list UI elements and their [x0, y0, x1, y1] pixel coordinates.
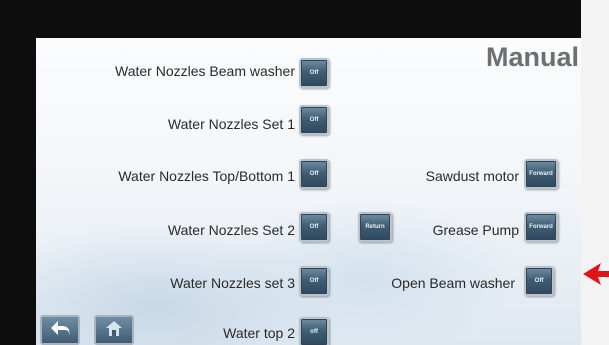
label-open-beam-washer: Open Beam washer: [391, 275, 515, 291]
toggle-water-nozzles-top-bottom-1[interactable]: Off: [299, 159, 329, 189]
toggle-sawdust-motor[interactable]: Forward: [524, 159, 558, 189]
label-water-nozzles-top-bottom-1: Water Nozzles Top/Bottom 1: [118, 168, 295, 184]
label-water-top-2: Water top 2: [223, 325, 295, 341]
hmi-screen: Manual Water Nozzles Beam washer Off Wat…: [36, 38, 581, 345]
toggle-water-nozzles-beam-washer[interactable]: Off: [299, 58, 329, 88]
toggle-grease-pump[interactable]: Forward: [524, 212, 558, 242]
label-water-nozzles-set-3: Water Nozzles set 3: [170, 275, 295, 291]
toggle-open-beam-washer[interactable]: Off: [524, 266, 554, 296]
toggle-water-nozzles-set-2[interactable]: Off: [299, 212, 329, 242]
label-water-nozzles-beam-washer: Water Nozzles Beam washer: [115, 63, 295, 79]
label-water-nozzles-set-1: Water Nozzles Set 1: [167, 116, 295, 132]
back-arrow-icon: [49, 319, 71, 342]
bezel-top: [0, 0, 609, 38]
toggle-water-nozzles-set-1[interactable]: Off: [299, 105, 329, 135]
grease-pump-return-button[interactable]: Return: [358, 212, 392, 242]
red-arrow-icon: [583, 260, 609, 288]
label-grease-pump: Grease Pump: [432, 222, 519, 238]
toggle-water-nozzles-set-3[interactable]: Off: [299, 266, 329, 296]
page-title: Manual: [485, 42, 579, 72]
home-button[interactable]: [94, 315, 134, 345]
page-background-right: [581, 0, 609, 345]
label-water-nozzles-set-2: Water Nozzles Set 2: [167, 222, 295, 238]
label-sawdust-motor: Sawdust motor: [425, 168, 519, 184]
back-button[interactable]: [40, 315, 80, 345]
home-icon: [104, 319, 124, 342]
bezel-left: [0, 0, 36, 345]
toggle-water-top-2[interactable]: off: [299, 317, 329, 345]
